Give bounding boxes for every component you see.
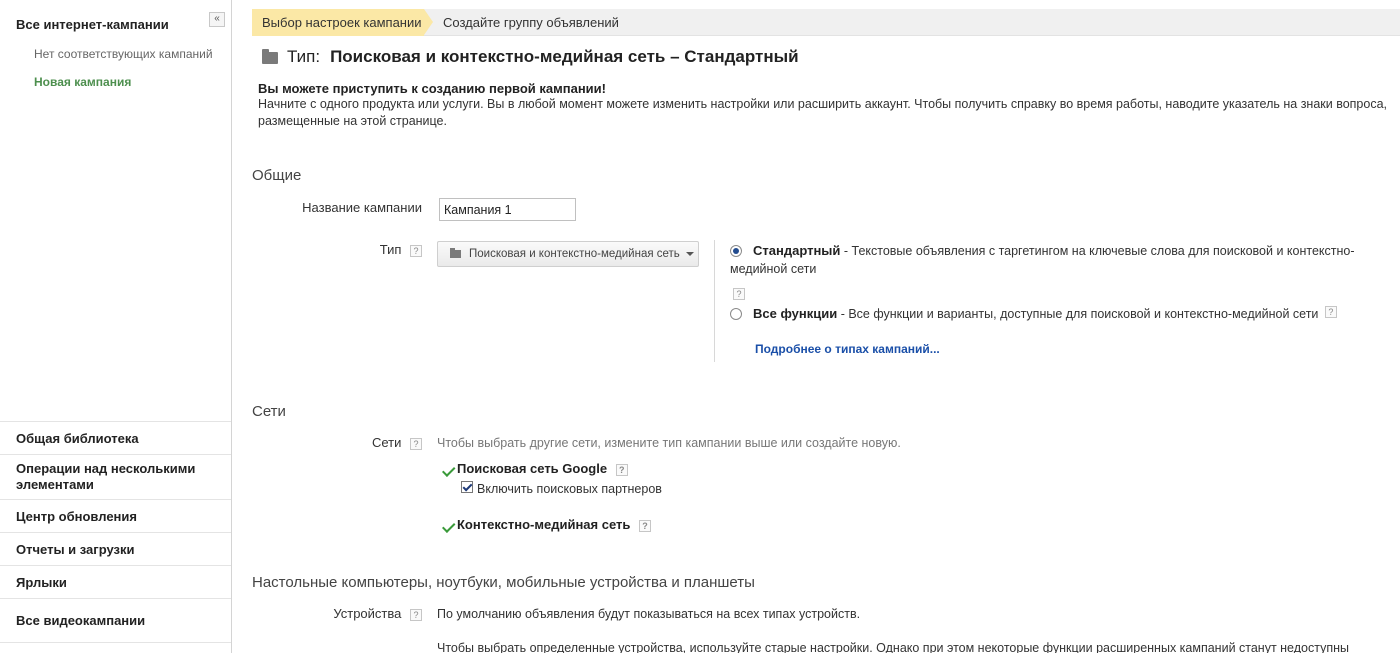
devices-label: Устройства ? <box>312 606 422 621</box>
section-general-title: Общие <box>252 167 302 184</box>
type-header-label: Тип: <box>287 47 321 66</box>
step-campaign-settings: Выбор настроек кампании <box>252 9 433 36</box>
option-standard: Стандартный - Текстовые объявления с тар… <box>730 242 1380 278</box>
campaign-type-header: Тип: Поисковая и контекстно-медийная сет… <box>262 47 799 67</box>
type-header-value: Поисковая и контекстно-медийная сеть – С… <box>330 47 799 66</box>
options-divider <box>714 240 715 362</box>
checkmark-icon <box>437 519 451 529</box>
type-label: Тип ? <box>352 242 422 257</box>
campaign-type-dropdown[interactable]: Поисковая и контекстно-медийная сеть <box>437 241 699 267</box>
new-campaign-link[interactable]: Новая кампания <box>34 75 131 89</box>
checkmark-icon <box>437 463 451 473</box>
devices-default-text: По умолчанию объявления будут показывать… <box>437 607 861 621</box>
network-google-search: Поисковая сеть Google ? <box>457 461 628 476</box>
help-icon[interactable]: ? <box>733 288 745 300</box>
wizard-steps: Выбор настроек кампании Создайте группу … <box>252 9 1400 36</box>
networks-hint: Чтобы выбрать другие сети, измените тип … <box>437 436 901 450</box>
sidebar-item-shared-library[interactable]: Общая библиотека <box>0 421 231 454</box>
option-all-features: Все функции - Все функции и варианты, до… <box>753 305 1337 323</box>
help-icon[interactable]: ? <box>410 608 422 621</box>
campaign-type-dropdown-value: Поисковая и контекстно-медийная сеть <box>469 248 680 260</box>
folder-icon <box>450 248 461 258</box>
sidebar-item-bulk-operations[interactable]: Операции над несколькими элементами <box>0 454 231 499</box>
sidebar-item-update-center[interactable]: Центр обновления <box>0 499 231 532</box>
intro-text: Начните с одного продукта или услуги. Вы… <box>258 97 1387 128</box>
no-matching-campaigns: Нет соответствующих кампаний <box>34 47 213 61</box>
networks-label-text: Сети <box>371 435 402 450</box>
folder-icon <box>262 49 278 64</box>
intro-heading: Вы можете приступить к созданию первой к… <box>258 81 606 96</box>
help-icon[interactable]: ? <box>639 519 652 532</box>
sidebar: « Все интернет-кампании Нет соответствую… <box>0 0 232 653</box>
type-label-text: Тип <box>379 242 402 257</box>
search-partners-label: Включить поисковых партнеров <box>477 482 662 496</box>
section-devices-title: Настольные компьютеры, ноутбуки, мобильн… <box>252 574 755 591</box>
help-icon[interactable]: ? <box>1324 306 1337 318</box>
search-partners-checkbox[interactable] <box>461 481 473 493</box>
campaign-name-input[interactable] <box>439 198 576 221</box>
option-all-title: Все функции <box>753 306 838 321</box>
option-standard-title: Стандартный <box>753 243 841 258</box>
sidebar-item-video-campaigns[interactable]: Все видеокампании <box>0 598 231 643</box>
chevron-down-icon <box>685 252 694 256</box>
network-display: Контекстно-медийная сеть ? <box>457 517 652 532</box>
section-networks-title: Сети <box>252 403 286 420</box>
sidebar-item-labels[interactable]: Ярлыки <box>0 565 231 598</box>
radio-all-features[interactable] <box>730 308 742 320</box>
campaign-types-more-link[interactable]: Подробнее о типах кампаний... <box>755 342 940 356</box>
help-icon[interactable]: ? <box>615 463 628 476</box>
networks-label: Сети ? <box>352 435 422 450</box>
main-content: Выбор настроек кампании Создайте группу … <box>252 0 1400 653</box>
sidebar-item-reports[interactable]: Отчеты и загрузки <box>0 532 231 565</box>
all-campaigns-link[interactable]: Все интернет-кампании <box>16 17 169 32</box>
network-display-label: Контекстно-медийная сеть <box>457 517 631 532</box>
step-create-ad-group: Создайте группу объявлений <box>443 15 619 30</box>
help-icon[interactable]: ? <box>410 437 422 450</box>
collapse-sidebar-icon[interactable]: « <box>209 12 225 27</box>
network-google-search-label: Поисковая сеть Google <box>457 461 608 476</box>
sidebar-bottom-nav: Общая библиотека Операции над нескольким… <box>0 421 231 643</box>
devices-legacy-text: Чтобы выбрать определенные устройства, и… <box>437 641 1350 653</box>
help-icon[interactable]: ? <box>410 244 422 257</box>
devices-label-text: Устройства <box>333 606 402 621</box>
option-all-desc: - Все функции и варианты, доступные для … <box>837 307 1319 321</box>
campaign-name-label: Название кампании <box>302 200 422 215</box>
